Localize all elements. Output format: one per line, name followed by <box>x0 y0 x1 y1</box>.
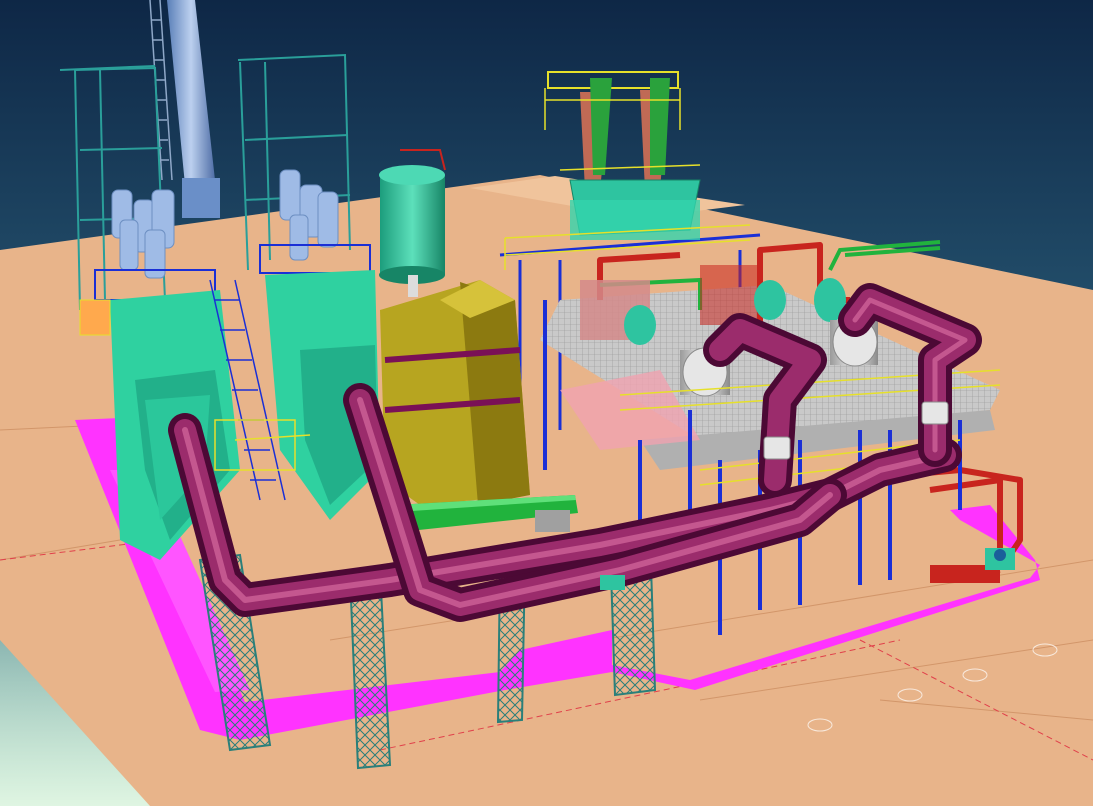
plant-model-render <box>0 0 1093 806</box>
storage-tank <box>379 149 446 297</box>
3d-plant-viewport[interactable] <box>0 0 1093 806</box>
olive-casing <box>380 280 530 505</box>
